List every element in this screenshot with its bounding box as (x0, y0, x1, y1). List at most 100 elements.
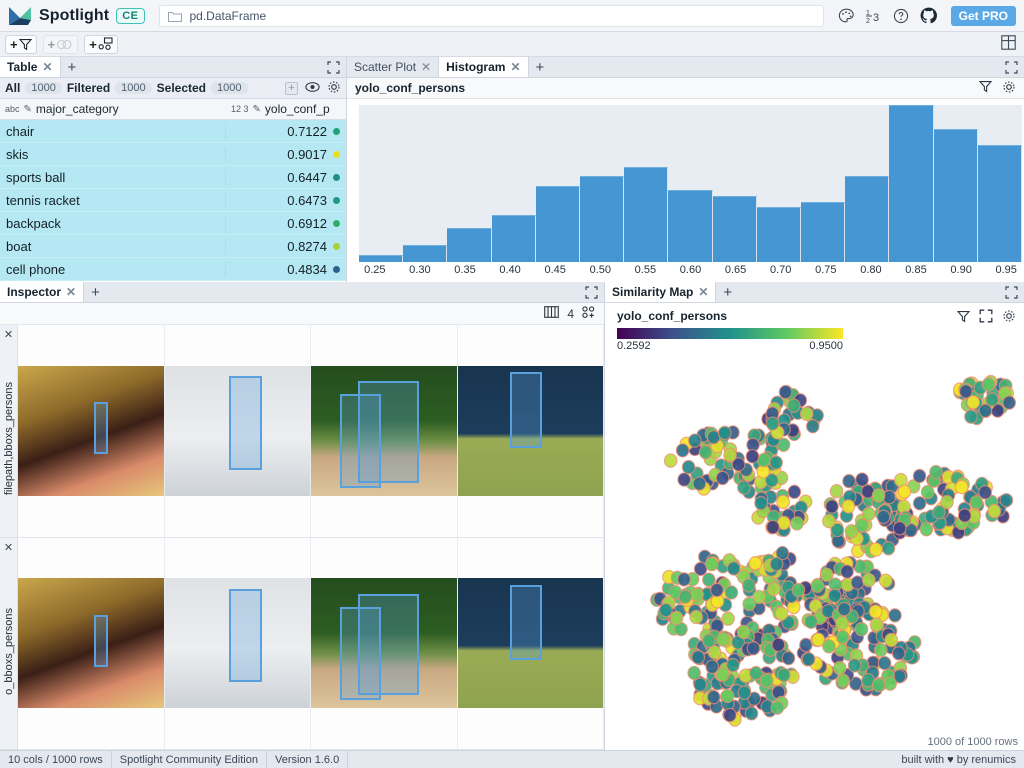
close-icon[interactable]: ✕ (66, 285, 76, 299)
expand-simmap-panel-button[interactable] (999, 282, 1024, 302)
histogram-bar[interactable] (978, 145, 1022, 262)
histogram-bar[interactable] (757, 207, 801, 262)
edit-pencil-icon[interactable]: ✎ (253, 104, 261, 115)
histogram-bar[interactable] (359, 255, 403, 262)
histogram-bar[interactable] (668, 190, 712, 262)
histogram-bar[interactable] (492, 215, 536, 262)
similarity-scatter-svg[interactable] (605, 354, 1024, 750)
x-axis-tick-label: 0.40 (499, 264, 520, 276)
add-tab-button[interactable]: + (61, 57, 84, 77)
thumbnail-image (165, 366, 311, 496)
tab-table[interactable]: Table ✕ (0, 57, 61, 77)
table-row[interactable]: cell phone0.4834 (0, 258, 346, 281)
expand-inspector-panel-button[interactable] (579, 282, 604, 302)
column-header-label: major_category (36, 102, 119, 116)
inspector-body[interactable]: ✕filepath,bboxs_persons✕o_bboxs_persons (0, 325, 604, 750)
close-icon[interactable]: ✕ (4, 325, 13, 341)
inspector-image-cell[interactable] (458, 538, 605, 750)
close-icon[interactable]: ✕ (698, 285, 708, 299)
histogram-bar[interactable] (536, 186, 580, 262)
inspector-lens-rail-item: ✕o_bboxs_persons (0, 538, 17, 751)
inspector-image-cell[interactable] (18, 325, 165, 537)
plus-glyph: + (10, 38, 18, 51)
plot-tabstrip: Scatter Plot ✕ Histogram ✕ + (347, 57, 1024, 78)
close-icon[interactable]: ✕ (421, 60, 431, 74)
inspector-image-cell[interactable] (165, 538, 312, 750)
close-icon[interactable]: ✕ (4, 538, 13, 554)
inspector-lens-rail-item: ✕filepath,bboxs_persons (0, 325, 17, 538)
inspector-image-cell[interactable] (458, 325, 605, 537)
close-icon[interactable]: ✕ (510, 60, 520, 74)
table-panel: Table ✕ + All 1000 Filtered 1000 Selecte… (0, 57, 347, 282)
similarity-map-canvas[interactable]: 1000 of 1000 rows (605, 354, 1024, 750)
github-icon[interactable] (920, 7, 937, 24)
value-color-dot (333, 174, 340, 181)
inspector-image-cell[interactable] (311, 325, 458, 537)
bounding-box (340, 394, 381, 488)
edit-pencil-icon[interactable]: ✎ (24, 104, 32, 115)
expand-histogram-panel-button[interactable] (999, 57, 1024, 77)
value-color-dot (333, 128, 340, 135)
funnel-icon[interactable] (979, 80, 992, 96)
add-plot-tab-button[interactable]: + (529, 57, 552, 77)
histogram-canvas[interactable]: 0.250.300.350.400.450.500.550.600.650.70… (347, 99, 1024, 282)
close-icon[interactable]: ✕ (42, 60, 52, 74)
funnel-icon[interactable] (957, 310, 970, 326)
histogram-bar[interactable] (713, 196, 757, 262)
histogram-bar[interactable] (447, 228, 491, 263)
inspector-image-cell[interactable] (311, 538, 458, 750)
table-row[interactable]: tennis racket0.6473 (0, 189, 346, 212)
tab-similarity-map[interactable]: Similarity Map ✕ (605, 282, 716, 302)
histogram-bar[interactable] (801, 202, 845, 262)
column-header-yolo-conf[interactable]: 12 3 ✎ yolo_conf_p (226, 102, 346, 116)
add-column-icon[interactable]: + (285, 82, 298, 95)
table-row[interactable]: boat0.8274 (0, 235, 346, 258)
cell-major-category: backpack (0, 216, 226, 231)
histogram-bar[interactable] (403, 245, 447, 262)
visibility-eye-icon[interactable] (305, 81, 320, 96)
gear-icon[interactable] (1002, 80, 1016, 97)
gear-icon[interactable] (1002, 309, 1016, 326)
add-simmap-tab-button[interactable]: + (716, 282, 739, 302)
help-icon[interactable] (893, 8, 909, 24)
palette-icon[interactable] (838, 8, 855, 24)
table-row[interactable]: sports ball0.6447 (0, 166, 346, 189)
fullscreen-icon (585, 286, 598, 299)
dataframe-path-field[interactable]: pd.DataFrame (159, 5, 824, 27)
add-filter-button[interactable]: + (5, 35, 37, 54)
histogram-plot-area[interactable] (359, 105, 1022, 262)
fullscreen-icon[interactable] (979, 309, 993, 326)
histogram-bar[interactable] (889, 105, 933, 262)
add-widget-button[interactable]: + (84, 35, 118, 54)
grid-layout-icon[interactable] (1001, 35, 1016, 53)
column-header-major-category[interactable]: abc ✎ major_category (0, 102, 226, 116)
inspector-image-grid[interactable] (18, 325, 604, 750)
cell-value: 0.8274 (287, 239, 327, 254)
venn-circles-icon (56, 38, 73, 51)
expand-table-panel-button[interactable] (321, 57, 346, 77)
columns-icon[interactable] (544, 306, 559, 321)
histogram-bar[interactable] (580, 176, 624, 262)
table-row[interactable]: skis0.9017 (0, 143, 346, 166)
number-format-icon[interactable]: 123 (866, 8, 882, 24)
get-pro-button[interactable]: Get PRO (951, 6, 1016, 26)
add-inspector-tab-button[interactable]: + (84, 282, 107, 302)
tab-histogram[interactable]: Histogram ✕ (439, 57, 528, 77)
value-color-dot (333, 197, 340, 204)
table-body[interactable]: chair0.7122skis0.9017sports ball0.6447te… (0, 120, 346, 282)
similarity-map-panel: Similarity Map ✕ + yolo_conf_persons (605, 282, 1024, 750)
table-row[interactable]: chair0.7122 (0, 120, 346, 143)
thumbnail-image (18, 366, 164, 496)
histogram-bar[interactable] (934, 129, 978, 262)
inspector-image-cell[interactable] (18, 538, 165, 750)
gear-icon[interactable] (327, 80, 341, 97)
add-lens-icon[interactable] (582, 306, 596, 322)
inspector-image-cell[interactable] (165, 325, 312, 537)
histogram-bar[interactable] (624, 167, 668, 262)
tab-inspector[interactable]: Inspector ✕ (0, 282, 84, 302)
histogram-bar[interactable] (845, 176, 889, 262)
add-group-button[interactable]: + (43, 35, 79, 54)
tab-scatter-plot[interactable]: Scatter Plot ✕ (347, 57, 439, 77)
table-row[interactable]: backpack0.6912 (0, 212, 346, 235)
histogram-actions (979, 80, 1016, 97)
